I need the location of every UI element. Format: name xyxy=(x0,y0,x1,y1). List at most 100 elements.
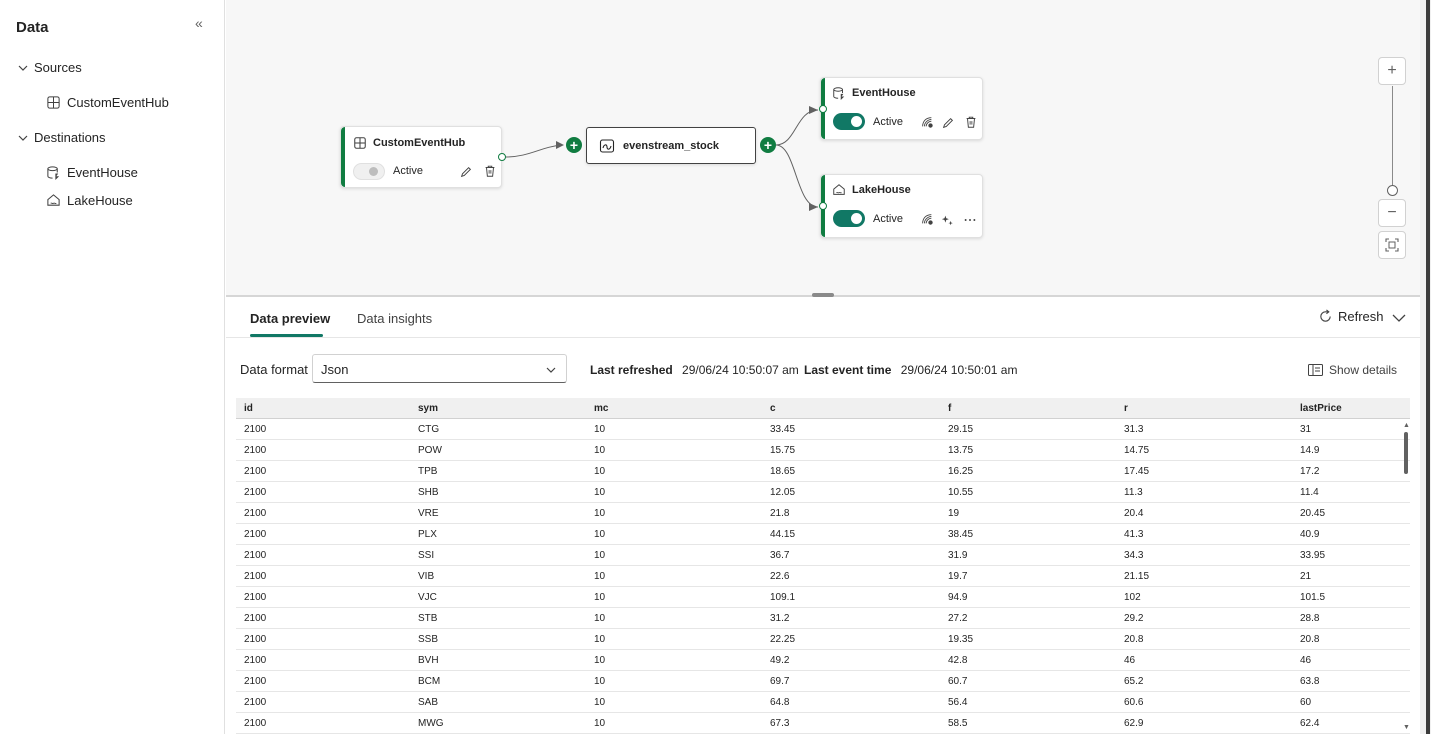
table-row[interactable]: 2100 VJC 10 109.1 94.9 102 101.5 xyxy=(236,587,1410,608)
toggle-status-label: Active xyxy=(873,116,903,128)
chevron-down-icon xyxy=(546,367,556,373)
data-format-value: Json xyxy=(321,362,349,377)
data-preview-table: id sym mc c f r lastPrice 2100 CTG 10 33.45… xyxy=(236,398,1410,734)
add-destination-button[interactable]: + xyxy=(760,137,776,153)
table-row[interactable]: 2100 POW 10 15.75 13.75 14.75 14.9 xyxy=(236,440,1410,461)
stream-node-title: evenstream_stock xyxy=(623,140,720,152)
table-row[interactable]: 2100 STB 10 31.2 27.2 29.2 28.8 xyxy=(236,608,1410,629)
tab-data-preview[interactable]: Data preview xyxy=(250,311,330,326)
eventhouse-toggle[interactable] xyxy=(833,113,865,130)
table-cell: 69.7 xyxy=(770,676,790,687)
table-cell: 21.8 xyxy=(770,508,790,519)
table-cell: 29.2 xyxy=(1124,613,1144,624)
table-cell: 33.45 xyxy=(770,424,796,435)
table-row[interactable]: 2100 BVH 10 49.2 42.8 46 46 xyxy=(236,650,1410,671)
source-node-customeventhub[interactable]: CustomEventHub Active xyxy=(340,126,502,188)
table-cell: 10 xyxy=(594,550,606,561)
more-icon[interactable] xyxy=(963,213,977,227)
delete-icon[interactable] xyxy=(483,164,497,178)
table-row[interactable]: 2100 TPB 10 18.65 16.25 17.45 17.2 xyxy=(236,461,1410,482)
table-cell: 2100 xyxy=(244,655,267,666)
table-cell: 2100 xyxy=(244,697,267,708)
data-format-select[interactable]: Json xyxy=(312,354,567,383)
destination-node-lakehouse[interactable]: LakeHouse Active xyxy=(820,174,983,238)
scroll-thumb[interactable] xyxy=(1404,432,1408,474)
table-cell: 62.4 xyxy=(1300,718,1320,729)
edit-icon[interactable] xyxy=(459,165,473,179)
table-cell: 14.9 xyxy=(1300,445,1320,456)
column-header[interactable]: sym xyxy=(410,398,586,418)
table-row[interactable]: 2100 SAB 10 64.8 56.4 60.6 60 xyxy=(236,692,1410,713)
destination-node-eventhouse[interactable]: EventHouse Active xyxy=(820,77,983,140)
last-refreshed: Last refreshed 29/06/24 10:50:07 am xyxy=(590,363,799,377)
table-cell: 58.5 xyxy=(948,718,968,729)
table-row[interactable]: 2100 PLX 10 44.15 38.45 41.3 40.9 xyxy=(236,524,1410,545)
zoom-slider-track[interactable] xyxy=(1392,86,1393,186)
lakehouse-toggle[interactable] xyxy=(833,210,865,227)
chevron-down-icon[interactable] xyxy=(1392,311,1406,325)
table-cell: 19.35 xyxy=(948,634,974,645)
refresh-button[interactable]: Refresh xyxy=(1318,309,1384,324)
column-header[interactable]: mc xyxy=(586,398,762,418)
table-row[interactable]: 2100 MWG 10 67.3 58.5 62.9 62.4 xyxy=(236,713,1410,734)
scroll-down-icon[interactable]: ▼ xyxy=(1403,724,1410,731)
table-cell: 42.8 xyxy=(948,655,968,666)
table-cell: 38.45 xyxy=(948,529,974,540)
table-cell: SAB xyxy=(418,697,439,708)
source-toggle[interactable] xyxy=(353,163,385,180)
scroll-up-icon[interactable]: ▲ xyxy=(1403,422,1410,429)
add-transform-button[interactable]: + xyxy=(566,137,582,153)
table-row[interactable]: 2100 BCM 10 69.7 60.7 65.2 63.8 xyxy=(236,671,1410,692)
table-cell: 22.25 xyxy=(770,634,796,645)
eventstream-icon xyxy=(599,139,615,153)
table-cell: 10 xyxy=(594,592,606,603)
node-title-label: LakeHouse xyxy=(852,184,911,196)
table-row[interactable]: 2100 SHB 10 12.05 10.55 11.3 11.4 xyxy=(236,482,1410,503)
tab-data-insights[interactable]: Data insights xyxy=(357,311,432,326)
table-row[interactable]: 2100 SSB 10 22.25 19.35 20.8 20.8 xyxy=(236,629,1410,650)
table-cell: BVH xyxy=(418,655,439,666)
transform-icon[interactable] xyxy=(920,212,934,226)
stream-node[interactable]: evenstream_stock xyxy=(586,127,756,164)
table-cell: 44.15 xyxy=(770,529,796,540)
show-details-button[interactable]: Show details xyxy=(1308,363,1397,377)
table-cell: 15.75 xyxy=(770,445,796,456)
table-scrollbar[interactable]: ▲ ▼ xyxy=(1402,420,1410,734)
table-row[interactable]: 2100 SSI 10 36.7 31.9 34.3 33.95 xyxy=(236,545,1410,566)
node-title: CustomEventHub xyxy=(353,136,465,150)
lakehouse-input-port[interactable] xyxy=(819,202,827,210)
eventhouse-input-port[interactable] xyxy=(819,105,827,113)
column-header[interactable]: c xyxy=(762,398,940,418)
table-row[interactable]: 2100 VRE 10 21.8 19 20.4 20.45 xyxy=(236,503,1410,524)
table-cell: 41.3 xyxy=(1124,529,1144,540)
table-cell: 10 xyxy=(594,571,606,582)
edit-icon[interactable] xyxy=(941,116,955,130)
transform-icon[interactable] xyxy=(920,115,934,129)
table-cell: 10 xyxy=(594,634,606,645)
table-cell: 102 xyxy=(1124,592,1141,603)
column-header[interactable]: r xyxy=(1116,398,1292,418)
zoom-slider-thumb[interactable] xyxy=(1387,185,1398,196)
column-header[interactable]: f xyxy=(940,398,1116,418)
table-cell: 2100 xyxy=(244,508,267,519)
table-row[interactable]: 2100 VIB 10 22.6 19.7 21.15 21 xyxy=(236,566,1410,587)
last-refreshed-value: 29/06/24 10:50:07 am xyxy=(682,363,799,377)
delete-icon[interactable] xyxy=(964,115,978,129)
table-row[interactable]: 2100 CTG 10 33.45 29.15 31.3 31 xyxy=(236,419,1410,440)
table-cell: 10 xyxy=(594,676,606,687)
table-cell: 46 xyxy=(1124,655,1136,666)
zoom-in-button[interactable]: + xyxy=(1378,57,1406,85)
table-cell: 20.8 xyxy=(1300,634,1320,645)
column-header[interactable]: lastPrice xyxy=(1292,398,1410,418)
column-header[interactable]: id xyxy=(236,398,410,418)
sparkle-icon[interactable] xyxy=(941,213,955,227)
source-output-port[interactable] xyxy=(498,153,506,161)
table-cell: 10.55 xyxy=(948,487,974,498)
zoom-out-button[interactable]: − xyxy=(1378,199,1406,227)
table-cell: 63.8 xyxy=(1300,676,1320,687)
table-cell: STB xyxy=(418,613,438,624)
node-title-label: CustomEventHub xyxy=(373,137,466,149)
table-cell: 28.8 xyxy=(1300,613,1320,624)
resize-handle[interactable] xyxy=(812,293,834,297)
fit-to-screen-button[interactable] xyxy=(1378,231,1406,259)
